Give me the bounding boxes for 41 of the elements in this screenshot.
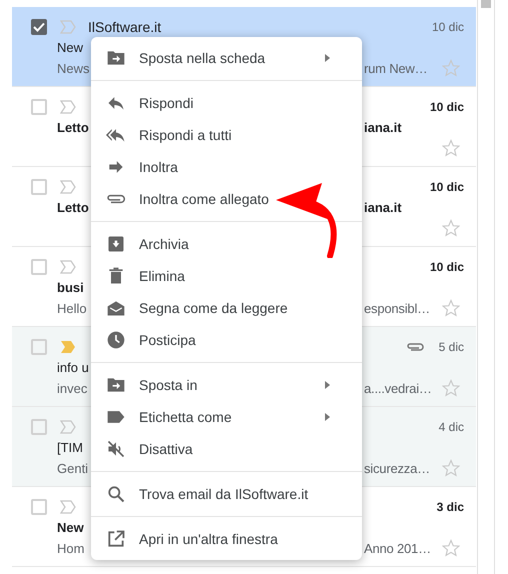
snippet-text: a....vedrai… — [364, 380, 432, 397]
date-label: 10 dic — [430, 259, 464, 275]
menu-item-label: Sposta nella scheda — [139, 48, 266, 68]
menu-item-label: Inoltra come allegato — [139, 190, 269, 209]
menu-item-label: Apri in un'altra finestra — [139, 530, 278, 549]
subject-text: New — [57, 519, 84, 536]
date-label: 4 dic — [438, 419, 464, 435]
snippet-text: Hello — [57, 300, 87, 317]
snippet-text: rum New… — [364, 60, 428, 77]
sender-name: IlSoftware.it — [88, 18, 162, 36]
subject-text: busi — [57, 279, 84, 296]
subject-text: New — [57, 39, 84, 56]
date-label: 10 dic — [430, 179, 464, 195]
menu-item-label: Rispondi — [139, 94, 194, 113]
subject-text: iana.it — [364, 199, 402, 216]
date-label: 10 dic — [432, 19, 464, 35]
menu-item-label: Posticipa — [139, 330, 196, 350]
menu-item-label: Archivia — [139, 234, 189, 254]
menu-item-label: Trova email da IlSoftware.it — [139, 484, 308, 504]
subject-text: Letto — [57, 119, 89, 136]
menu-item-label: Rispondi a tutti — [139, 126, 232, 145]
menu-item-label: Etichetta come — [139, 408, 232, 426]
snippet-text: Anno 201… — [364, 540, 431, 557]
menu-item-label: Segna come da leggere — [139, 298, 288, 318]
subject-text: Letto — [57, 199, 89, 216]
date-label: 3 dic — [436, 499, 464, 515]
menu-item-label: Sposta in — [139, 376, 198, 395]
subject-text: [TIM — [57, 439, 83, 456]
snippet-text: invec — [57, 380, 88, 397]
date-label: 10 dic — [430, 99, 464, 115]
date-label: 5 dic — [438, 339, 464, 355]
subject-text: iana.it — [364, 119, 402, 136]
menu-item-label: Inoltra — [139, 158, 178, 176]
snippet-text: sicurezza… — [364, 460, 430, 477]
snippet-text: Genti — [57, 460, 88, 477]
subject-text: info u — [57, 359, 89, 376]
snippet-text: Hom — [57, 540, 84, 557]
snippet-text: News — [57, 60, 90, 77]
snippet-text: esponsibl… — [364, 300, 430, 317]
menu-item-label: Elimina — [139, 266, 185, 286]
menu-item-label: Disattiva — [139, 440, 193, 458]
